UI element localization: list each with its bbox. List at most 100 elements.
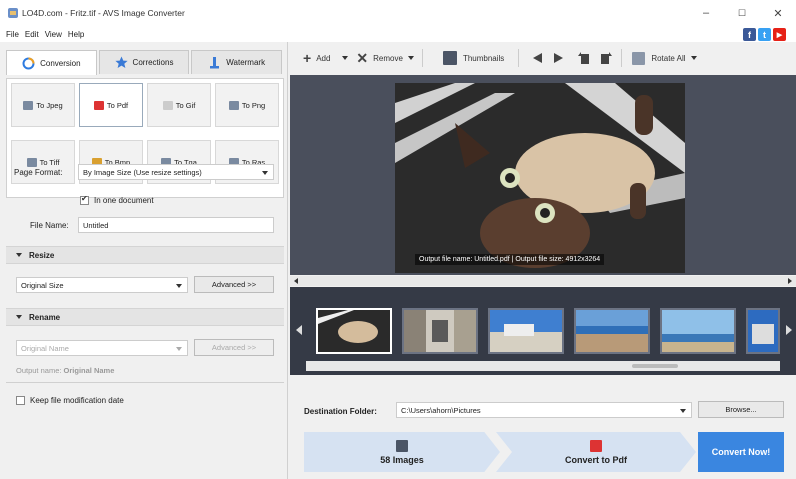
menu-file[interactable]: File (6, 30, 19, 39)
thumbnail-image (318, 310, 390, 352)
convert-to-step[interactable]: Convert to Pdf (496, 432, 696, 472)
title-bar: LO4D.com - Fritz.tif - AVS Image Convert… (0, 0, 796, 26)
thumbnail-1[interactable] (316, 308, 392, 354)
format-label: To Png (241, 100, 266, 110)
next-image-button[interactable] (553, 52, 565, 64)
convert-now-button[interactable]: Convert Now! (698, 432, 784, 472)
chevron-down-icon (407, 56, 414, 60)
arrow-left-icon (533, 53, 543, 63)
images-step[interactable]: 58 Images (304, 432, 500, 472)
tiff-icon (26, 157, 37, 167)
destination-select[interactable]: C:\Users\ahorn\Pictures (396, 402, 692, 418)
strip-scroll-thumb[interactable] (632, 364, 678, 368)
plus-icon: + (303, 50, 312, 66)
keep-date-checkbox[interactable] (16, 396, 25, 405)
add-button[interactable]: + Add (303, 50, 330, 66)
thumbnail-image (576, 310, 648, 352)
thumbnail-6[interactable] (746, 308, 780, 354)
prev-image-button[interactable] (531, 52, 543, 64)
settings-panel: Conversion Corrections Watermark To Jpeg… (0, 42, 288, 479)
minimize-button[interactable]: – (688, 0, 724, 26)
cat-photo-image (395, 83, 685, 273)
star-icon (114, 56, 128, 69)
page-format-row: Page Format: (14, 168, 62, 177)
scroll-right-icon[interactable] (788, 278, 792, 284)
thumbnail-4[interactable] (574, 308, 650, 354)
scroll-left-icon[interactable] (294, 278, 298, 284)
page-format-select[interactable]: By Image Size (Use resize settings) (78, 164, 274, 180)
maximize-button[interactable]: ☐ (724, 0, 760, 26)
rename-advanced-button[interactable]: Advanced >> (194, 339, 274, 356)
menu-help[interactable]: Help (68, 30, 84, 39)
format-jpeg-button[interactable]: To Jpeg (11, 83, 75, 127)
strip-right-arrow-icon[interactable] (786, 325, 792, 335)
pdf-icon (93, 100, 104, 110)
close-button[interactable]: ✕ (760, 0, 796, 26)
resize-section-header[interactable]: Resize (6, 246, 284, 264)
format-tiff-button[interactable]: To Tiff (11, 140, 75, 184)
menu-bar: File Edit View Help (0, 26, 796, 42)
remove-button[interactable]: ✕ Remove (356, 50, 414, 67)
chevron-down-icon (176, 347, 182, 351)
strip-scrollbar[interactable] (306, 361, 780, 371)
rotate-right-icon (601, 52, 613, 64)
toolbar-separator (518, 49, 520, 67)
twitter-icon[interactable]: t (758, 28, 771, 41)
thumbnail-image (748, 310, 778, 352)
strip-left-arrow-icon[interactable] (296, 325, 302, 335)
thumbnail-3[interactable] (488, 308, 564, 354)
thumbnails-button[interactable]: Thumbnails (442, 51, 504, 65)
thumbnail-2[interactable] (402, 308, 478, 354)
tab-corrections-label: Corrections (132, 58, 174, 67)
thumbnail-image (490, 310, 562, 352)
convert-to-label: Convert to Pdf (565, 454, 627, 465)
tab-conversion[interactable]: Conversion (6, 50, 97, 75)
format-label: To Tiff (39, 157, 60, 167)
tab-corrections[interactable]: Corrections (98, 50, 190, 74)
rotate-right-button[interactable] (599, 51, 613, 65)
rename-section-header[interactable]: Rename (6, 308, 284, 326)
tab-conversion-label: Conversion (40, 58, 81, 68)
images-count: 58 Images (380, 454, 424, 465)
rename-select[interactable]: Original Name (16, 340, 188, 356)
resize-header-label: Resize (29, 250, 55, 260)
thumbnail-5[interactable] (660, 308, 736, 354)
youtube-icon[interactable]: ▶ (773, 28, 786, 41)
rename-value: Original Name (21, 343, 69, 353)
rename-header-label: Rename (29, 312, 61, 322)
add-label: Add (316, 53, 331, 63)
gif-icon (162, 100, 173, 110)
one-document-label: In one document (94, 196, 154, 205)
output-name-label: Output name: (16, 366, 62, 375)
format-label: To Pdf (106, 100, 129, 110)
menu-view[interactable]: View (45, 30, 62, 39)
browse-button[interactable]: Browse... (698, 401, 784, 418)
add-dropdown-icon[interactable] (342, 56, 349, 60)
format-pdf-button[interactable]: To Pdf (79, 83, 143, 127)
divider (6, 382, 284, 383)
tab-bar: Conversion Corrections Watermark (6, 50, 284, 75)
rotate-left-button[interactable] (577, 51, 591, 65)
one-document-row: In one document (80, 194, 154, 205)
format-png-button[interactable]: To Png (215, 83, 279, 127)
image-preview: Output file name: Untitled.pdf | Output … (290, 75, 796, 275)
app-icon (8, 8, 18, 18)
rotate-all-button[interactable]: Rotate All (632, 51, 697, 65)
output-name-value: Original Name (63, 366, 115, 375)
tab-watermark[interactable]: Watermark (191, 50, 283, 74)
file-name-input[interactable]: Untitled (78, 217, 274, 233)
chevron-down-icon (690, 56, 697, 60)
one-document-checkbox[interactable] (80, 194, 89, 205)
rotate-all-label: Rotate All (651, 53, 686, 63)
format-gif-button[interactable]: To Gif (147, 83, 211, 127)
resize-select[interactable]: Original Size (16, 277, 188, 293)
remove-label: Remove (373, 53, 403, 63)
menu-edit[interactable]: Edit (25, 30, 39, 39)
facebook-icon[interactable]: f (743, 28, 756, 41)
app-window: LO4D.com - Fritz.tif - AVS Image Convert… (0, 0, 796, 479)
page-format-value: By Image Size (Use resize settings) (83, 167, 202, 177)
page-format-label: Page Format: (14, 168, 63, 177)
preview-scrollbar[interactable] (290, 276, 796, 286)
resize-advanced-button[interactable]: Advanced >> (194, 276, 274, 293)
arrow-right-icon (554, 53, 564, 63)
